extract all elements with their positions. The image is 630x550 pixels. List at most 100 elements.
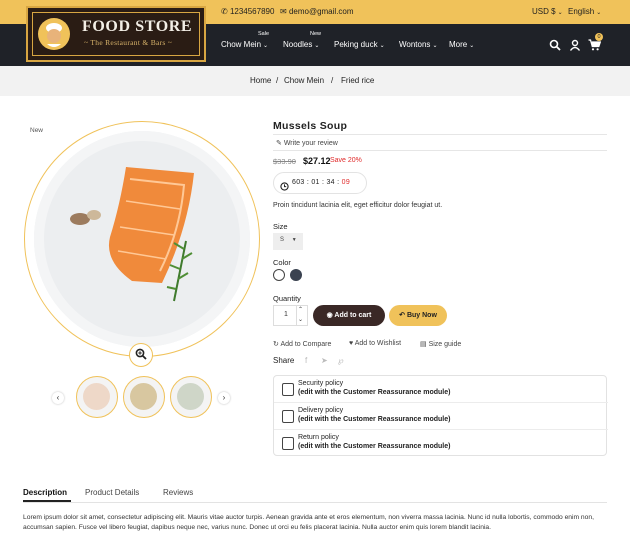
thumbnail-2[interactable]	[123, 376, 165, 418]
size-value: S	[280, 237, 285, 243]
phone-icon: ✆	[221, 7, 228, 16]
tab-product-details[interactable]: Product Details	[85, 488, 139, 497]
email-contact[interactable]: ✉ demo@gmail.com	[280, 7, 354, 16]
truck-icon	[282, 410, 294, 423]
compare-label: Add to Compare	[280, 341, 332, 348]
pencil-icon: ✎	[276, 140, 282, 147]
clock-icon	[280, 178, 289, 196]
quantity-increase-icon[interactable]: ⌃	[298, 306, 303, 313]
phone-contact[interactable]: ✆ 1234567890	[221, 7, 274, 16]
divider	[296, 305, 297, 326]
active-tab-indicator	[23, 500, 71, 502]
size-guide-label: Size guide	[428, 341, 462, 348]
countdown-hours: 01	[311, 179, 320, 186]
discount-badge: Save 20%	[330, 157, 362, 164]
reassurance-item-delivery: Delivery policy (edit with the Customer …	[274, 403, 608, 430]
short-description: Proin tincidunt lacinia elit, eget effic…	[273, 202, 443, 209]
color-swatch-white[interactable]	[273, 269, 285, 281]
chevron-down-icon: ⌄	[469, 43, 475, 49]
quantity-input[interactable]: 1	[284, 311, 288, 318]
thumbnail-image	[83, 383, 110, 410]
search-icon[interactable]	[549, 38, 561, 56]
logo-subtitle: ~ The Restaurant & Bars ~	[84, 38, 173, 47]
tabs-divider	[23, 502, 607, 503]
product-main-image[interactable]	[34, 131, 250, 347]
nav-item-wontons[interactable]: Wontons ⌄	[399, 40, 437, 49]
nav-item-more[interactable]: More ⌄	[449, 40, 474, 49]
countdown-values: 603 : 01 : 34 : 09	[292, 179, 351, 186]
size-label: Size	[273, 222, 288, 231]
chevron-down-icon: ⌄	[263, 43, 269, 49]
salmon-dish-illustration	[70, 167, 194, 302]
thumbnail-image	[177, 383, 204, 410]
tab-content-text: Lorem ipsum dolor sit amet, consectetur …	[23, 514, 594, 531]
twitter-icon[interactable]: ➤	[321, 356, 328, 365]
write-review-link[interactable]: ✎ Write your review	[276, 139, 338, 147]
thumbnail-next-button[interactable]: ›	[218, 392, 230, 404]
write-review-label: Write your review	[283, 140, 338, 147]
tab-description[interactable]: Description	[23, 488, 67, 497]
compare-link[interactable]: ↻ Add to Compare	[273, 340, 331, 348]
tab-reviews[interactable]: Reviews	[163, 488, 193, 497]
nav-item-chow-mein[interactable]: Chow Mein ⌄	[221, 40, 268, 49]
share-label: Share	[273, 356, 295, 365]
chevron-right-icon: ›	[222, 393, 226, 402]
reassurance-item-return: Return policy (edit with the Customer Re…	[274, 430, 608, 457]
zoom-button[interactable]	[129, 343, 153, 367]
add-to-cart-button[interactable]: ◉ Add to cart	[313, 305, 385, 326]
mail-icon: ✉	[280, 7, 287, 16]
return-box-icon	[282, 437, 294, 450]
color-swatch-dark[interactable]	[290, 269, 302, 281]
current-price: $27.12	[303, 156, 331, 166]
cart-count-badge: 0	[595, 33, 603, 41]
thumbnail-3[interactable]	[170, 376, 212, 418]
quantity-decrease-icon[interactable]: ⌄	[298, 316, 303, 323]
thumbnail-1[interactable]	[76, 376, 118, 418]
chevron-down-icon: ⌄	[379, 43, 385, 49]
currency-selector[interactable]: USD $ ⌄	[532, 7, 563, 16]
breadcrumb-home[interactable]: Home	[250, 76, 271, 85]
zoom-in-icon	[135, 348, 147, 360]
email-address: demo@gmail.com	[288, 7, 354, 16]
size-guide-link[interactable]: ▤ Size guide	[420, 340, 461, 348]
size-select[interactable]: S ▼	[273, 233, 303, 250]
chevron-down-icon: ⌄	[557, 10, 563, 16]
nav-item-noodles[interactable]: Noodles ⌄	[283, 40, 319, 49]
breadcrumb-category[interactable]: Chow Mein	[284, 76, 324, 85]
countdown-days: 603	[292, 179, 305, 186]
reassurance-title: Delivery policy	[298, 407, 344, 414]
store-logo[interactable]: FOOD STORE ~ The Restaurant & Bars ~	[26, 6, 206, 62]
chevron-down-icon: ⌄	[432, 43, 438, 49]
nav-badge-sale: Sale	[258, 31, 270, 37]
countdown-seconds: 09	[341, 179, 351, 186]
facebook-icon[interactable]: f	[305, 356, 307, 365]
divider	[273, 134, 607, 135]
old-price: $33.90	[273, 157, 296, 166]
chef-icon	[38, 18, 70, 50]
user-account-icon[interactable]	[569, 38, 581, 56]
product-title: Mussels Soup	[273, 120, 348, 132]
reply-arrow-icon: ↶	[399, 312, 405, 319]
language-selector[interactable]: English ⌄	[568, 7, 601, 16]
nav-item-label: More	[449, 40, 468, 49]
nav-item-label: Peking duck	[334, 40, 378, 49]
nav-item-peking-duck[interactable]: Peking duck ⌄	[334, 40, 385, 49]
chevron-left-icon: ‹	[56, 393, 60, 402]
wishlist-link[interactable]: ♥ Add to Wishlist	[349, 340, 401, 347]
buy-now-button[interactable]: ↶ Buy Now	[389, 305, 447, 326]
logo-title: FOOD STORE	[82, 18, 193, 35]
bag-icon: ◉	[326, 312, 333, 319]
reassurance-title: Security policy	[298, 380, 344, 387]
breadcrumb-separator: /	[331, 76, 334, 85]
add-to-cart-label: Add to cart	[334, 312, 372, 319]
chevron-down-icon: ⌄	[596, 10, 602, 16]
divider	[273, 150, 607, 151]
pinterest-icon[interactable]: ℘	[338, 356, 344, 365]
heart-icon: ♥	[349, 340, 354, 347]
breadcrumb-separator: /	[276, 76, 279, 85]
quantity-label: Quantity	[273, 294, 301, 303]
caret-down-icon: ▼	[291, 237, 297, 243]
color-label: Color	[273, 258, 291, 267]
reassurance-note: (edit with the Customer Reassurance modu…	[298, 416, 451, 423]
thumbnail-prev-button[interactable]: ‹	[52, 392, 64, 404]
